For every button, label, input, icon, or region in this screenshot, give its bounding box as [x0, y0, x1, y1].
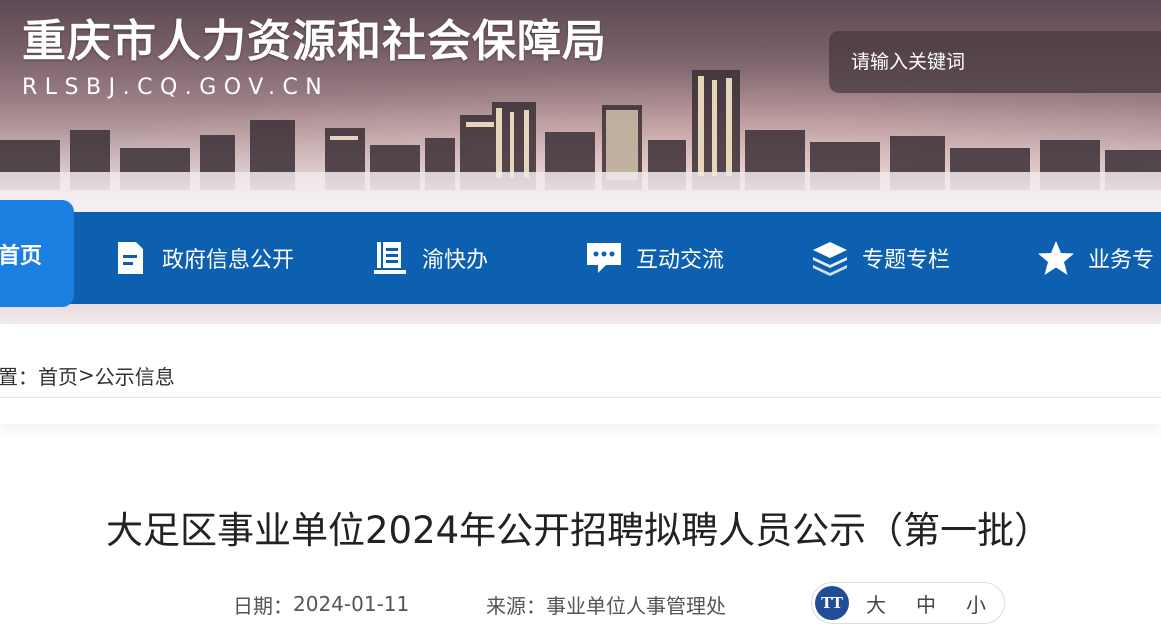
search-box[interactable]: [829, 31, 1161, 93]
breadcrumb-current-link[interactable]: 公示信息: [95, 361, 175, 390]
font-size-medium-button[interactable]: 中: [916, 589, 936, 618]
font-size-icon: TT: [815, 586, 849, 620]
nav-item-special-topics[interactable]: 专题专栏: [810, 212, 950, 304]
article-date: 日期： 2024-01-11: [233, 586, 409, 622]
nav-item-label: 专题专栏: [862, 248, 951, 273]
breadcrumb: 位置： 首页 > 公示信息: [0, 358, 175, 392]
site-domain: RLSBJ.CQ.GOV.CN: [22, 75, 330, 100]
star-icon: [1038, 241, 1074, 275]
nav-bottom-strip: [0, 304, 1161, 324]
search-input[interactable]: [849, 50, 1153, 74]
font-size-large-button[interactable]: 大: [866, 589, 886, 618]
date-label: 日期：: [233, 593, 293, 618]
date-value: 2024-01-11: [293, 592, 410, 616]
article-source: 来源： 事业单位人事管理处: [486, 586, 726, 622]
header-banner: 重庆市人力资源和社会保障局 RLSBJ.CQ.GOV.CN: [0, 0, 1161, 212]
nav-item-home[interactable]: 首页: [0, 200, 74, 307]
nav-item-business[interactable]: 业务专: [1036, 212, 1154, 304]
breadcrumb-home-link[interactable]: 首页: [38, 361, 78, 390]
font-size-switcher: TT 大 中 小: [811, 582, 1005, 624]
site-title[interactable]: 重庆市人力资源和社会保障局: [22, 14, 607, 70]
clipboard-icon: [374, 242, 406, 274]
document-icon: [118, 242, 143, 274]
source-value: 事业单位人事管理处: [546, 593, 726, 618]
nav-item-label: 渝快办: [422, 248, 489, 273]
source-label: 来源：: [486, 593, 546, 618]
breadcrumb-prefix: 位置：: [0, 364, 38, 389]
breadcrumb-divider: [0, 397, 1161, 398]
chat-bubble-icon: [587, 243, 621, 273]
font-size-small-button[interactable]: 小: [966, 589, 986, 618]
nav-item-label: 业务专: [1088, 248, 1155, 273]
layers-icon: [813, 242, 847, 276]
nav-item-label: 互动交流: [636, 248, 725, 273]
breadcrumb-separator: >: [78, 363, 95, 387]
nav-home-label: 首页: [0, 243, 43, 269]
banner-haze: [0, 172, 1161, 212]
article-title: 大足区事业单位2024年公开招聘拟聘人员公示（第一批）: [106, 509, 1052, 552]
nav-item-yukuaiban[interactable]: 渝快办: [370, 212, 488, 304]
nav-item-government-info[interactable]: 政府信息公开: [110, 212, 294, 304]
nav-item-label: 政府信息公开: [162, 248, 295, 273]
nav-item-interaction[interactable]: 互动交流: [584, 212, 724, 304]
